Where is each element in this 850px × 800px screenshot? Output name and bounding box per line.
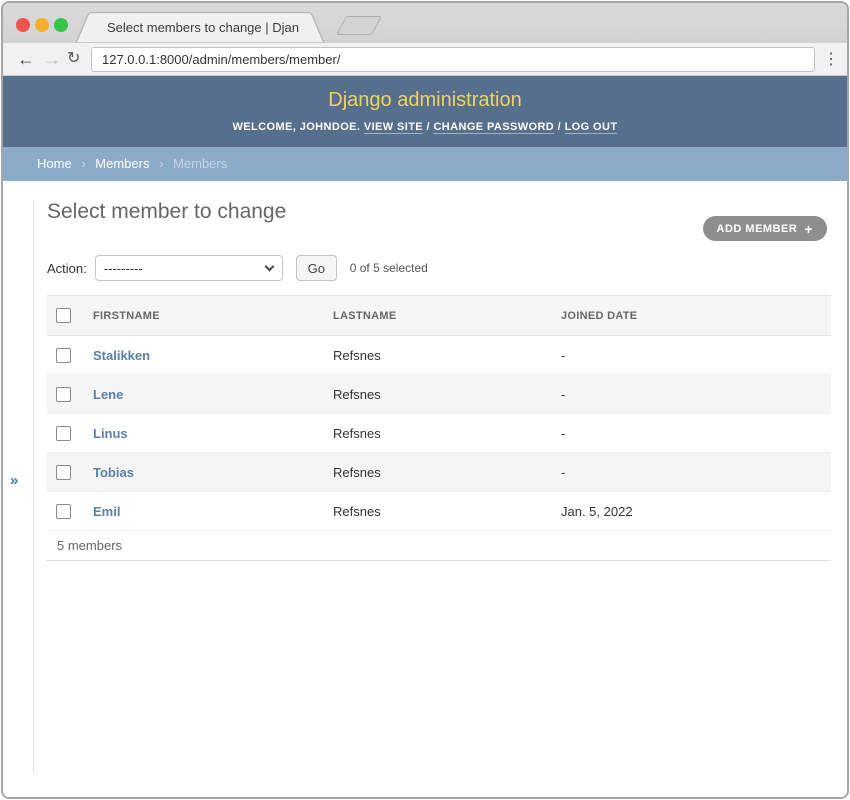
joined-date-cell: - xyxy=(561,414,831,453)
member-link[interactable]: Lene xyxy=(93,387,123,402)
lastname-cell: Refsnes xyxy=(333,336,561,375)
tab-title: Select members to change | Djan xyxy=(107,20,307,35)
joined-date-cell: - xyxy=(561,375,831,414)
breadcrumb-home[interactable]: Home xyxy=(37,156,72,171)
breadcrumb-members-app[interactable]: Members xyxy=(95,156,149,171)
close-window-icon[interactable] xyxy=(16,18,30,32)
lastname-cell: Refsnes xyxy=(333,414,561,453)
username: JOHNDOE xyxy=(300,121,357,133)
view-site-link[interactable]: VIEW SITE xyxy=(364,121,423,134)
table-row: Lene Refsnes - xyxy=(47,375,831,414)
reload-icon[interactable]: ↻ xyxy=(67,46,80,72)
row-checkbox[interactable] xyxy=(56,504,71,519)
member-link[interactable]: Tobias xyxy=(93,465,134,480)
select-all-checkbox[interactable] xyxy=(56,308,71,323)
member-link[interactable]: Emil xyxy=(93,504,120,519)
browser-titlebar: Select members to change | Djan xyxy=(3,3,847,43)
browser-window: Select members to change | Djan ← → ↻ 12… xyxy=(1,1,849,799)
breadcrumb-current: Members xyxy=(173,156,227,171)
back-icon[interactable]: ← xyxy=(17,46,35,72)
lastname-cell: Refsnes xyxy=(333,453,561,492)
column-lastname[interactable]: LASTNAME xyxy=(333,296,561,336)
screen: Select members to change | Djan ← → ↻ 12… xyxy=(0,0,850,800)
breadcrumb: Home › Members › Members xyxy=(3,147,847,181)
joined-date-cell: Jan. 5, 2022 xyxy=(561,492,831,531)
plus-icon: + xyxy=(804,221,813,237)
maximize-window-icon[interactable] xyxy=(54,18,68,32)
changelist-content: » Select member to change ADD MEMBER + A… xyxy=(3,200,847,799)
column-joined-date[interactable]: JOINED DATE xyxy=(561,296,831,336)
kebab-menu-icon[interactable]: ⋮ xyxy=(823,47,839,72)
admin-header: Django administration WELCOME, JOHNDOE. … xyxy=(3,76,847,147)
sidebar-divider xyxy=(33,200,34,773)
column-firstname[interactable]: FIRSTNAME xyxy=(93,296,333,336)
member-link[interactable]: Linus xyxy=(93,426,128,441)
user-tools: WELCOME, JOHNDOE. VIEW SITE / CHANGE PAS… xyxy=(3,121,847,133)
minimize-window-icon[interactable] xyxy=(35,18,49,32)
change-password-link[interactable]: CHANGE PASSWORD xyxy=(433,121,554,134)
new-tab-button[interactable] xyxy=(336,16,382,35)
row-checkbox[interactable] xyxy=(56,387,71,402)
table-row: Stalikken Refsnes - xyxy=(47,336,831,375)
lastname-cell: Refsnes xyxy=(333,375,561,414)
browser-tab[interactable]: Select members to change | Djan xyxy=(75,12,327,43)
joined-date-cell: - xyxy=(561,336,831,375)
log-out-link[interactable]: LOG OUT xyxy=(565,121,618,134)
table-row: Tobias Refsnes - xyxy=(47,453,831,492)
action-select[interactable]: --------- xyxy=(95,255,283,281)
row-checkbox[interactable] xyxy=(56,348,71,363)
welcome-label: WELCOME, xyxy=(233,121,297,133)
actions-bar: Action: --------- Go 0 of 5 selected xyxy=(47,255,847,281)
lastname-cell: Refsnes xyxy=(333,492,561,531)
url-bar[interactable]: 127.0.0.1:8000/admin/members/member/ xyxy=(91,47,815,72)
table-row: Emil Refsnes Jan. 5, 2022 xyxy=(47,492,831,531)
admin-site-title[interactable]: Django administration xyxy=(3,89,847,112)
add-member-button[interactable]: ADD MEMBER + xyxy=(703,216,827,241)
row-checkbox[interactable] xyxy=(56,465,71,480)
joined-date-cell: - xyxy=(561,453,831,492)
member-link[interactable]: Stalikken xyxy=(93,348,150,363)
members-table: FIRSTNAME LASTNAME JOINED DATE Stalikken… xyxy=(47,295,831,531)
selection-count: 0 of 5 selected xyxy=(350,261,428,275)
table-header-row: FIRSTNAME LASTNAME JOINED DATE xyxy=(47,296,831,336)
table-row: Linus Refsnes - xyxy=(47,414,831,453)
member-rows: Stalikken Refsnes - Lene Refsnes - Linus… xyxy=(47,336,831,531)
forward-icon: → xyxy=(43,46,61,72)
go-button[interactable]: Go xyxy=(296,255,337,281)
action-label: Action: xyxy=(47,261,87,276)
member-count: 5 members xyxy=(47,531,831,561)
sidebar-toggle-icon[interactable]: » xyxy=(10,472,18,489)
browser-toolbar: ← → ↻ 127.0.0.1:8000/admin/members/membe… xyxy=(3,43,847,76)
row-checkbox[interactable] xyxy=(56,426,71,441)
